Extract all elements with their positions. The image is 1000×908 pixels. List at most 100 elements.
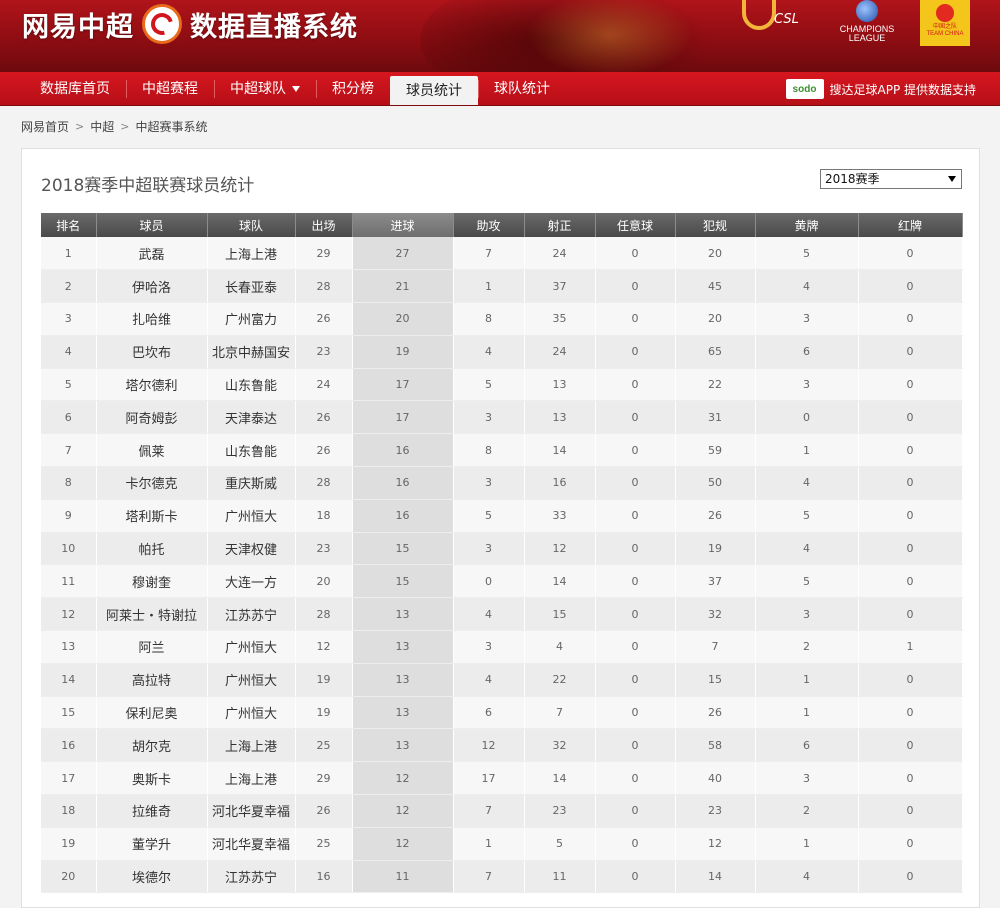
cell-player[interactable]: 武磊 — [96, 237, 208, 271]
cell-team[interactable]: 天津权健 — [207, 532, 296, 566]
nav-item-player-stats[interactable]: 球员统计 — [390, 76, 478, 105]
cell-rank: 10 — [41, 532, 97, 566]
cell-team[interactable]: 广州恒大 — [207, 663, 296, 697]
cell-player[interactable]: 埃德尔 — [96, 860, 208, 894]
cell-yellow-cards: 3 — [755, 302, 859, 336]
cell-team[interactable]: 广州恒大 — [207, 630, 296, 664]
cell-player[interactable]: 帕托 — [96, 532, 208, 566]
nav-item-team-stats[interactable]: 球队统计 — [478, 72, 566, 105]
cell-player[interactable]: 保利尼奥 — [96, 696, 208, 730]
cell-team[interactable]: 天津泰达 — [207, 400, 296, 435]
table-header-appearances[interactable]: 出场 — [295, 213, 353, 237]
cell-team[interactable]: 广州富力 — [207, 302, 296, 336]
cell-appearances: 25 — [295, 728, 353, 763]
cell-team[interactable]: 上海上港 — [207, 728, 296, 763]
cell-team[interactable]: 上海上港 — [207, 761, 296, 796]
cell-player[interactable]: 董学升 — [96, 827, 208, 861]
cell-shots-on-target: 24 — [524, 237, 596, 271]
cell-red-cards: 0 — [858, 597, 963, 632]
cell-player[interactable]: 伊哈洛 — [96, 269, 208, 304]
table-header-rank[interactable]: 排名 — [41, 213, 97, 237]
cell-player[interactable]: 塔尔德利 — [96, 368, 208, 402]
cell-rank: 6 — [41, 400, 97, 435]
season-select[interactable]: 2018赛季 — [820, 169, 962, 189]
brand[interactable]: 网易中超 数据直播系统 — [22, 4, 358, 44]
cell-shots-on-target: 5 — [524, 827, 596, 861]
cell-rank: 15 — [41, 696, 97, 730]
cell-player[interactable]: 高拉特 — [96, 663, 208, 697]
cell-team[interactable]: 北京中赫国安 — [207, 335, 296, 369]
cell-rank: 13 — [41, 630, 97, 664]
nav-item-database-home[interactable]: 数据库首页 — [24, 72, 126, 105]
cell-player[interactable]: 阿莱士・特谢拉 — [96, 597, 208, 632]
cell-team[interactable]: 江苏苏宁 — [207, 860, 296, 894]
cell-fouls: 26 — [675, 696, 756, 730]
cell-fouls: 23 — [675, 794, 756, 828]
cell-team[interactable]: 山东鲁能 — [207, 368, 296, 402]
cell-yellow-cards: 5 — [755, 499, 859, 533]
cell-appearances: 23 — [295, 335, 353, 369]
cell-team[interactable]: 江苏苏宁 — [207, 597, 296, 632]
cell-yellow-cards: 1 — [755, 696, 859, 730]
cell-player[interactable]: 扎哈维 — [96, 302, 208, 336]
breadcrumb-system[interactable]: 中超赛事系统 — [135, 118, 207, 135]
cell-team[interactable]: 广州恒大 — [207, 696, 296, 730]
cell-fouls: 26 — [675, 499, 756, 533]
cell-player[interactable]: 巴坎布 — [96, 335, 208, 369]
nav-item-schedule[interactable]: 中超赛程 — [126, 72, 214, 105]
season-select-value: 2018赛季 — [825, 172, 880, 186]
breadcrumb-home[interactable]: 网易首页 — [21, 118, 69, 135]
cell-team[interactable]: 山东鲁能 — [207, 433, 296, 468]
table-row: 10 帕托 天津权健 23 15 3 12 0 19 4 0 — [41, 532, 963, 566]
table-header-player[interactable]: 球员 — [96, 213, 208, 237]
cell-shots-on-target: 14 — [524, 564, 596, 599]
cell-player[interactable]: 阿兰 — [96, 630, 208, 664]
data-provider[interactable]: sodo 搜达足球APP 提供数据支持 — [785, 72, 976, 106]
nav-item-standings[interactable]: 积分榜 — [316, 72, 390, 105]
cell-yellow-cards: 4 — [755, 532, 859, 566]
cell-player[interactable]: 佩莱 — [96, 433, 208, 468]
cell-appearances: 29 — [295, 761, 353, 796]
cell-team[interactable]: 大连一方 — [207, 564, 296, 599]
cell-shots-on-target: 13 — [524, 368, 596, 402]
table-header-free-kicks[interactable]: 任意球 — [595, 213, 676, 237]
cell-player[interactable]: 塔利斯卡 — [96, 499, 208, 533]
cell-fouls: 19 — [675, 532, 756, 566]
cell-player[interactable]: 拉维奇 — [96, 794, 208, 828]
cell-player[interactable]: 卡尔德克 — [96, 466, 208, 500]
cell-rank: 7 — [41, 433, 97, 468]
cell-rank: 5 — [41, 368, 97, 402]
cell-team[interactable]: 上海上港 — [207, 237, 296, 271]
cell-team[interactable]: 长春亚泰 — [207, 269, 296, 304]
table-header-assists[interactable]: 助攻 — [453, 213, 525, 237]
cell-team[interactable]: 河北华夏幸福 — [207, 827, 296, 861]
cell-player[interactable]: 穆谢奎 — [96, 564, 208, 599]
cell-rank: 4 — [41, 335, 97, 369]
cell-goals: 13 — [352, 663, 454, 697]
cell-goals: 12 — [352, 794, 454, 828]
table-header-goals[interactable]: 进球 — [352, 213, 454, 237]
cell-rank: 11 — [41, 564, 97, 599]
table-row: 12 阿莱士・特谢拉 江苏苏宁 28 13 4 15 0 32 3 0 — [41, 597, 963, 632]
cell-rank: 18 — [41, 794, 97, 828]
breadcrumb-csl[interactable]: 中超 — [90, 118, 114, 135]
cell-fouls: 22 — [675, 368, 756, 402]
table-header-red-cards[interactable]: 红牌 — [858, 213, 963, 237]
table-header-fouls[interactable]: 犯规 — [675, 213, 756, 237]
cell-team[interactable]: 广州恒大 — [207, 499, 296, 533]
table-header-yellow-cards[interactable]: 黄牌 — [755, 213, 859, 237]
cell-assists: 1 — [453, 827, 525, 861]
cell-team[interactable]: 河北华夏幸福 — [207, 794, 296, 828]
cell-player[interactable]: 阿奇姆彭 — [96, 400, 208, 435]
cell-rank: 9 — [41, 499, 97, 533]
cell-assists: 7 — [453, 794, 525, 828]
cell-goals: 21 — [352, 269, 454, 304]
nav-item-teams[interactable]: 中超球队 — [214, 72, 316, 105]
cell-player[interactable]: 奥斯卡 — [96, 761, 208, 796]
table-header-team[interactable]: 球队 — [207, 213, 296, 237]
cell-free-kicks: 0 — [595, 433, 676, 468]
cell-team[interactable]: 重庆斯威 — [207, 466, 296, 500]
cell-yellow-cards: 1 — [755, 433, 859, 468]
table-header-shots-on-target[interactable]: 射正 — [524, 213, 596, 237]
cell-player[interactable]: 胡尔克 — [96, 728, 208, 763]
